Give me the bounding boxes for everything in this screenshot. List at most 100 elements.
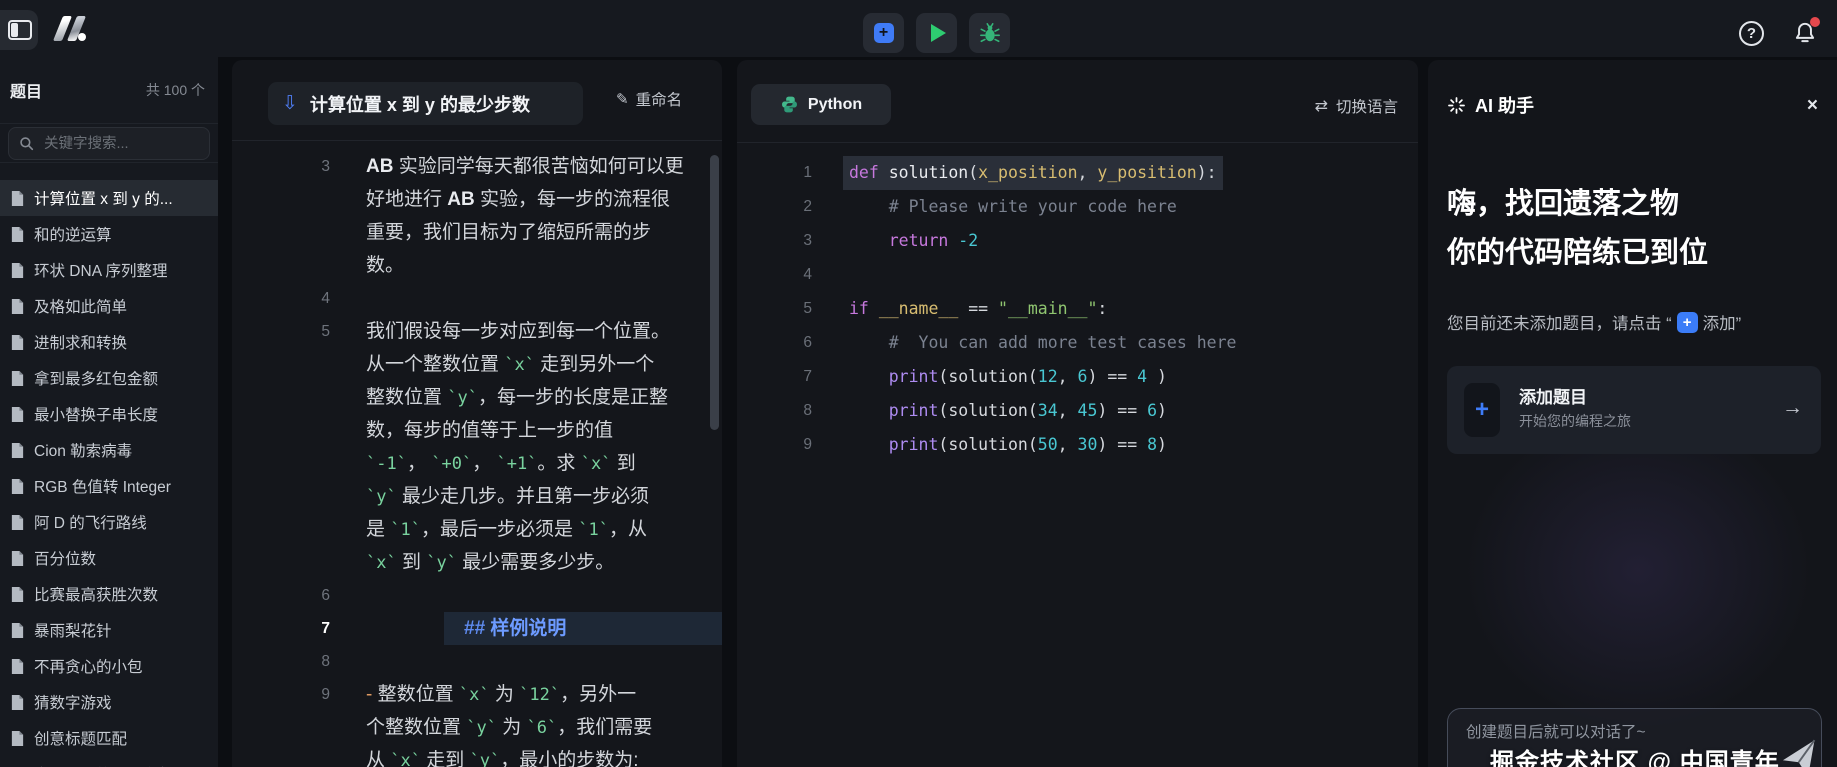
ai-assistant-panel: AI 助手 × 嗨，找回遗落之物 你的代码陪练已到位 您目前还未添加题目，请点击… (1428, 60, 1837, 767)
description-row: `y` 最少走几步。并且第一步必须 (232, 480, 722, 513)
download-icon: ⇩ (282, 94, 298, 113)
debug-button[interactable] (969, 13, 1010, 53)
close-icon[interactable]: × (1807, 96, 1818, 115)
line-number: 1 (737, 156, 812, 190)
line-number (232, 216, 330, 249)
code-line: 9 print(solution(50, 30) == 8) (737, 428, 1418, 462)
ai-heading-line2: 你的代码陪练已到位 (1447, 229, 1708, 278)
problem-title-button[interactable]: ⇩ 计算位置 x 到 y 的最少步数 (268, 82, 583, 125)
sidebar-item[interactable]: 暴雨梨花针 (0, 612, 218, 648)
description-row: 好地进行 AB 实验，每一步的流程很 (232, 183, 722, 216)
line-number: 9 (232, 678, 330, 711)
line-number (232, 513, 330, 546)
sidebar-item[interactable]: Cion 勒索病毒 (0, 432, 218, 468)
search-section (0, 124, 218, 163)
sidebar-item-label: 交战计谋的计分次数 (34, 763, 174, 767)
line-number (232, 480, 330, 513)
line-number: 2 (737, 190, 812, 224)
notifications-button[interactable] (1792, 20, 1818, 46)
line-number: 5 (232, 315, 330, 348)
document-icon (10, 190, 25, 207)
sidebar-item[interactable]: 交战计谋的计分次数 (0, 756, 218, 767)
switch-language-button[interactable]: ⇄ 切换语言 (1315, 95, 1398, 117)
description-scrollbar[interactable] (710, 155, 719, 430)
plus-icon: + (1677, 312, 1698, 333)
description-row: `-1`， `+0`， `+1`。求 `x` 到 (232, 447, 722, 480)
line-number (232, 381, 330, 414)
sidebar-item[interactable]: 不再贪心的小包 (0, 648, 218, 684)
toolbar: + (863, 13, 1010, 53)
sidebar-item-label: 猜数字游戏 (34, 691, 112, 713)
ai-heading-line1: 嗨，找回遗落之物 (1447, 180, 1708, 229)
sidebar-item[interactable]: 计算位置 x 到 y 的... (0, 180, 218, 216)
rename-button[interactable]: ✎ 重命名 (616, 88, 682, 110)
search-input[interactable] (42, 135, 199, 153)
ai-heading: 嗨，找回遗落之物 你的代码陪练已到位 (1447, 180, 1708, 278)
document-icon (10, 586, 25, 603)
sidebar-item[interactable]: 比赛最高获胜次数 (0, 576, 218, 612)
sidebar-item[interactable]: 最小替换子串长度 (0, 396, 218, 432)
line-number: 5 (737, 292, 812, 326)
pencil-icon: ✎ (616, 90, 629, 108)
sidebar-toggle-button[interactable] (0, 10, 38, 50)
add-problem-title: 添加题目 (1519, 383, 1587, 408)
editor-header: Python ⇄ 切换语言 (737, 60, 1418, 143)
description-row: 7## 样例说明 (232, 612, 722, 645)
sidebar-item-label: Cion 勒索病毒 (34, 439, 132, 461)
document-icon (10, 334, 25, 351)
sidebar-item[interactable]: 及格如此简单 (0, 288, 218, 324)
description-row: 数，每步的值等于上一步的值 (232, 414, 722, 447)
description-row: 数。 (232, 249, 722, 282)
description-row: 从一个整数位置 `x` 走到另外一个 (232, 348, 722, 381)
sidebar-item[interactable]: RGB 色值转 Integer (0, 468, 218, 504)
ai-sparkle-icon (1447, 96, 1466, 115)
line-number: 4 (737, 258, 812, 292)
description-row: 9- 整数位置 `x` 为 `12`，另外一 (232, 678, 722, 711)
run-button[interactable] (916, 13, 957, 53)
line-number (232, 546, 330, 579)
ai-hint-prefix: 您目前还未添加题目，请点击 “ (1447, 310, 1672, 334)
code-line: 6 # You can add more test cases here (737, 326, 1418, 360)
sidebar-item[interactable]: 猜数字游戏 (0, 684, 218, 720)
line-number (232, 447, 330, 480)
chat-input[interactable] (1464, 723, 1805, 743)
code-editor[interactable]: 1def solution(x_position, y_position):2 … (737, 143, 1418, 462)
line-number (232, 183, 330, 216)
swap-arrows-icon: ⇄ (1315, 96, 1328, 116)
document-icon (10, 442, 25, 459)
document-icon (10, 478, 25, 495)
problem-list: 计算位置 x 到 y 的... 和的逆运算 环状 DNA 序列整理 及格如此简单… (0, 163, 218, 767)
sidebar-item[interactable]: 环状 DNA 序列整理 (0, 252, 218, 288)
sidebar-item[interactable]: 阿 D 的飞行路线 (0, 504, 218, 540)
topbar-right: ? (1739, 20, 1818, 46)
sidebar-item[interactable]: 拿到最多红包金额 (0, 360, 218, 396)
sidebar-item-label: 阿 D 的飞行路线 (34, 511, 147, 533)
sidebar-header: 题目 共 100 个 (0, 57, 218, 124)
code-line: 5if __name__ == "__main__": (737, 292, 1418, 326)
sidebar-item[interactable]: 百分位数 (0, 540, 218, 576)
description-row: 8 (232, 645, 722, 678)
sidebar-item-label: 及格如此简单 (34, 295, 127, 317)
line-number: 9 (737, 428, 812, 462)
description-rows[interactable]: 3AB 实验同学每天都很苦恼如何可以更好地进行 AB 实验，每一步的流程很重要，… (232, 141, 722, 767)
plus-icon: + (874, 23, 894, 43)
sidebar-item[interactable]: 创意标题匹配 (0, 720, 218, 756)
language-name: Python (808, 96, 862, 114)
add-button[interactable]: + (863, 13, 904, 53)
add-problem-card[interactable]: + 添加题目 开始您的编程之旅 → (1447, 366, 1821, 454)
language-tab[interactable]: Python (751, 84, 891, 125)
code-line: 2 # Please write your code here (737, 190, 1418, 224)
sidebar-item[interactable]: 进制求和转换 (0, 324, 218, 360)
plus-icon: + (1464, 383, 1500, 437)
arrow-right-icon: → (1782, 396, 1803, 420)
document-icon (10, 514, 25, 531)
sidebar-item[interactable]: 和的逆运算 (0, 216, 218, 252)
play-icon (931, 24, 946, 42)
document-icon (10, 226, 25, 243)
sidebar-item-label: 比赛最高获胜次数 (34, 583, 158, 605)
ai-hint: 您目前还未添加题目，请点击 “ + 添加” (1447, 310, 1741, 334)
description-row: 重要，我们目标为了缩短所需的步 (232, 216, 722, 249)
sidebar-item-label: 拿到最多红包金额 (34, 367, 158, 389)
help-icon[interactable]: ? (1739, 21, 1764, 46)
search-box[interactable] (8, 127, 210, 160)
